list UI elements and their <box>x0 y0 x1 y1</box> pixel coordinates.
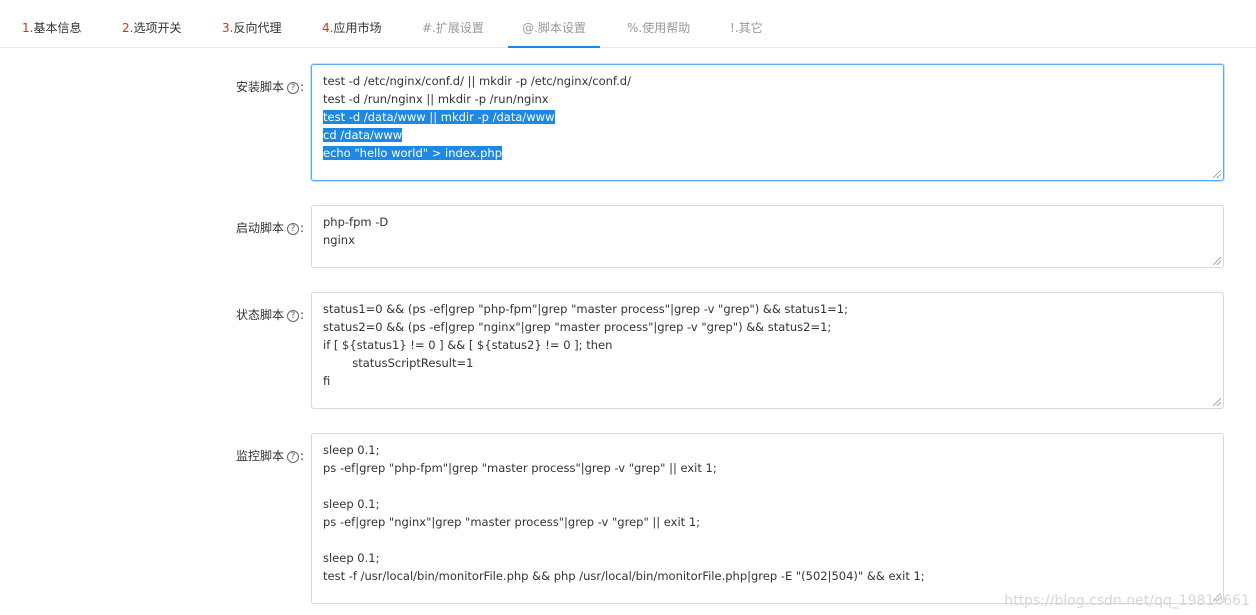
tab-number: 3. <box>222 21 234 35</box>
tab-label: 脚本设置 <box>537 21 586 35</box>
tab-number: !. <box>730 21 739 35</box>
field-label: 启动脚本 <box>235 221 284 235</box>
resize-grip-icon[interactable] <box>1213 398 1221 406</box>
monitor-script-textarea[interactable]: sleep 0.1; ps -ef|grep "php-fpm"|grep "m… <box>311 433 1224 604</box>
script-line <box>323 531 1212 549</box>
help-icon[interactable]: ? <box>286 82 299 94</box>
script-line: sleep 0.1; <box>323 443 380 457</box>
watermark: https://blog.csdn.net/qq_19810661 <box>1004 593 1250 609</box>
tab-usage-help[interactable]: %.使用帮助 <box>627 0 690 48</box>
script-line: ps -ef|grep "nginx"|grep "master process… <box>323 515 701 529</box>
script-line-selected: test -d /data/www || mkdir -p /data/www <box>323 110 555 124</box>
tab-number: 4. <box>322 21 334 35</box>
status-script-label: 状态脚本?: <box>236 306 304 323</box>
colon: : <box>299 221 304 235</box>
start-script-label: 启动脚本?: <box>236 219 304 236</box>
tab-number: #. <box>422 21 436 35</box>
colon: : <box>299 449 304 463</box>
tab-other[interactable]: !.其它 <box>730 0 763 48</box>
script-line <box>323 477 1212 495</box>
tab-script-settings[interactable]: @.脚本设置 <box>508 0 600 48</box>
tab-bar: 1.基本信息 2.选项开关 3.反向代理 4.应用市场 #.扩展设置 @.脚本设… <box>0 0 1256 48</box>
tab-number: @. <box>522 21 538 35</box>
tab-label: 应用市场 <box>333 21 382 35</box>
field-label: 监控脚本 <box>235 449 284 463</box>
script-line: fi <box>323 374 331 388</box>
script-line-selected: echo "hello world" > index.php <box>323 146 503 160</box>
script-line: status2=0 && (ps -ef|grep "nginx"|grep "… <box>323 320 832 334</box>
monitor-script-label: 监控脚本?: <box>236 447 304 464</box>
script-line: if [ ${status1} != 0 ] && [ ${status2} !… <box>323 338 613 352</box>
status-script-textarea[interactable]: status1=0 && (ps -ef|grep "php-fpm"|grep… <box>311 292 1224 409</box>
script-line-selected: cd /data/www <box>323 128 403 142</box>
field-label: 安装脚本 <box>235 80 284 94</box>
help-icon[interactable]: ? <box>286 451 299 463</box>
tab-number: 2. <box>122 21 134 35</box>
script-line: php-fpm -D <box>323 215 389 229</box>
install-script-textarea[interactable]: test -d /etc/nginx/conf.d/ || mkdir -p /… <box>311 64 1224 181</box>
help-icon[interactable]: ? <box>286 223 299 235</box>
help-icon[interactable]: ? <box>286 310 299 322</box>
tab-label: 反向代理 <box>233 21 282 35</box>
tab-label: 选项开关 <box>133 21 182 35</box>
resize-grip-icon[interactable] <box>1213 257 1221 265</box>
tab-app-market[interactable]: 4.应用市场 <box>322 0 381 48</box>
install-script-label: 安装脚本?: <box>236 78 304 95</box>
script-line: statusScriptResult=1 <box>323 356 474 370</box>
resize-grip-icon[interactable] <box>1213 170 1221 178</box>
script-line: test -d /run/nginx || mkdir -p /run/ngin… <box>323 92 549 106</box>
script-line: sleep 0.1; <box>323 497 380 511</box>
tab-option-switches[interactable]: 2.选项开关 <box>122 0 181 48</box>
tab-number: %. <box>627 21 643 35</box>
tab-label: 扩展设置 <box>435 21 484 35</box>
field-label: 状态脚本 <box>235 308 284 322</box>
tab-basic-info[interactable]: 1.基本信息 <box>22 0 81 48</box>
colon: : <box>299 80 304 94</box>
start-script-textarea[interactable]: php-fpm -D nginx <box>311 205 1224 268</box>
tab-reverse-proxy[interactable]: 3.反向代理 <box>222 0 281 48</box>
colon: : <box>299 308 304 322</box>
tab-label: 基本信息 <box>33 21 82 35</box>
tab-label: 其它 <box>738 21 763 35</box>
script-line: test -d /etc/nginx/conf.d/ || mkdir -p /… <box>323 74 631 88</box>
tab-number: 1. <box>22 21 34 35</box>
script-line: sleep 0.1; <box>323 551 380 565</box>
script-line: test -f /usr/local/bin/monitorFile.php &… <box>323 569 925 583</box>
tab-label: 使用帮助 <box>642 21 691 35</box>
script-line: ps -ef|grep "php-fpm"|grep "master proce… <box>323 461 717 475</box>
script-line: status1=0 && (ps -ef|grep "php-fpm"|grep… <box>323 302 848 316</box>
script-line: nginx <box>323 233 355 247</box>
tab-extension-settings[interactable]: #.扩展设置 <box>422 0 484 48</box>
